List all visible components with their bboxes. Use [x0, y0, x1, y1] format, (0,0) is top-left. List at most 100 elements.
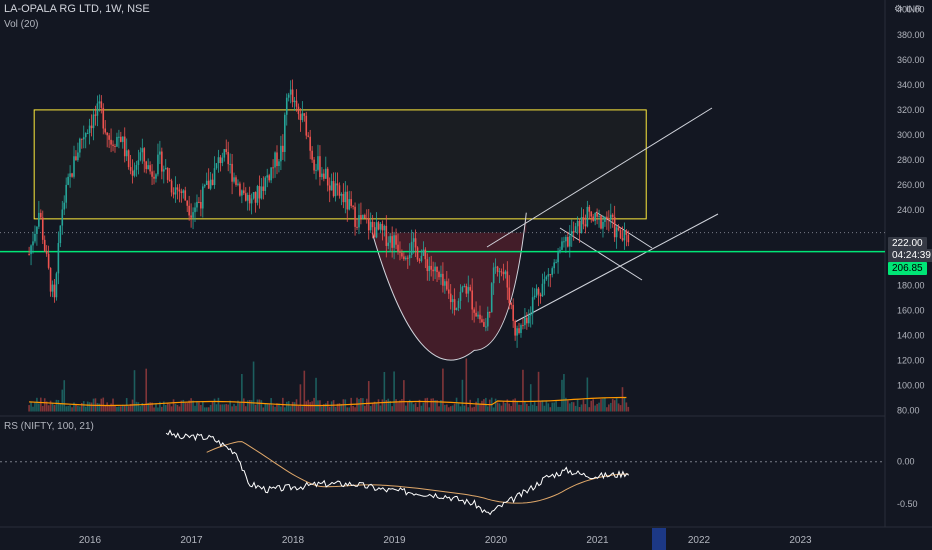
volume-bar — [176, 404, 179, 412]
candle-body — [594, 212, 596, 221]
candle-body — [379, 223, 382, 230]
candle-body — [38, 212, 40, 227]
volume-bar — [47, 405, 50, 412]
volume-bar — [34, 401, 36, 412]
candle-body — [108, 135, 110, 140]
candle-body — [367, 219, 370, 231]
candle-body — [539, 294, 542, 297]
candle-body — [36, 226, 38, 234]
volume-bar — [118, 406, 120, 412]
candle-body — [432, 269, 434, 272]
candle-body — [371, 221, 374, 228]
volume-bar — [555, 401, 557, 412]
candle-body — [330, 181, 333, 191]
volume-bar — [285, 401, 288, 412]
volume-bar — [324, 403, 327, 412]
volume-bar — [215, 404, 218, 412]
candle-body — [481, 319, 483, 323]
volume-bar — [330, 401, 333, 412]
volume-bar — [170, 406, 173, 412]
candle-body — [147, 165, 149, 169]
volume-bar — [145, 368, 148, 412]
candle-body — [282, 145, 284, 152]
volume-bar — [243, 398, 245, 412]
volume-bar — [444, 404, 446, 412]
candle-body — [305, 115, 308, 136]
price-tick-label: 320.00 — [897, 105, 925, 115]
volume-bar — [594, 405, 596, 412]
volume-bar — [479, 404, 481, 412]
volume-bar — [184, 402, 187, 412]
volume-bar — [254, 404, 257, 412]
candle-body — [619, 230, 622, 239]
volume-bar — [494, 398, 497, 412]
volume-bar — [297, 405, 300, 412]
candle-body — [469, 287, 472, 291]
volume-bar — [520, 404, 522, 412]
volume-bar — [393, 371, 395, 412]
candle-body — [252, 192, 255, 199]
candle-body — [570, 231, 573, 236]
volume-bar — [49, 400, 52, 412]
volume-bar — [301, 406, 304, 412]
candle-body — [149, 165, 151, 172]
price-tick-label: 160.00 — [897, 305, 925, 315]
volume-bar — [424, 398, 427, 412]
volume-bar — [422, 402, 425, 412]
volume-bar — [541, 400, 544, 412]
candle-body — [28, 253, 30, 255]
volume-bar — [120, 406, 122, 412]
gear-icon[interactable]: ⚙ — [894, 4, 903, 15]
candle-body — [422, 249, 425, 256]
volume-bar — [551, 402, 554, 412]
volume-bar — [574, 405, 577, 412]
volume-bar — [406, 402, 409, 412]
volume-bar — [582, 399, 585, 412]
volume-bar — [381, 399, 384, 412]
support-price-tag: 206.85 — [888, 262, 927, 275]
candle-body — [297, 106, 300, 115]
candle-body — [231, 163, 233, 182]
candle-body — [127, 150, 130, 168]
year-tick-label: 2019 — [383, 535, 406, 546]
candle-body — [248, 194, 251, 204]
candle-body — [611, 214, 614, 217]
volume-bar — [328, 406, 331, 412]
candle-body — [518, 328, 520, 333]
volume-bar — [217, 397, 220, 412]
volume-bar — [500, 405, 503, 412]
volume-bar — [293, 402, 296, 412]
candle-body — [412, 238, 415, 242]
candle-body — [514, 320, 516, 336]
candle-body — [342, 193, 345, 203]
volume-bar — [348, 407, 351, 412]
currency-selector[interactable]: ⚙ INR — [894, 2, 924, 18]
volume-bar — [207, 407, 210, 412]
candle-body — [45, 251, 48, 254]
volume-bar — [414, 402, 417, 412]
volume-bar — [545, 400, 548, 412]
volume-bar — [84, 406, 87, 412]
candle-body — [424, 249, 427, 260]
volume-bar — [67, 405, 69, 412]
candle-body — [166, 167, 169, 180]
year-tick-label: 2018 — [282, 535, 305, 546]
candle-body — [483, 322, 485, 327]
volume-bar — [451, 405, 454, 412]
volume-bar — [82, 401, 85, 412]
candle-body — [153, 176, 155, 179]
volume-bar — [137, 402, 140, 412]
year-tick-label: 2020 — [485, 535, 508, 546]
candle-body — [334, 183, 337, 197]
candle-body — [604, 216, 606, 222]
chart-stage[interactable]: 400.00 380.00 360.00 340.00 320.00 300.00 280.… — [0, 0, 932, 550]
price-chart[interactable]: 400.00380.00360.00340.00320.00300.00280.… — [0, 0, 932, 550]
volume-bar — [461, 379, 464, 412]
candle-body — [496, 266, 499, 272]
candle-body — [568, 235, 571, 247]
candle-body — [53, 284, 56, 298]
volume-bar — [447, 407, 450, 412]
candle-body — [387, 242, 390, 246]
candle-body — [459, 291, 462, 301]
candle-body — [512, 304, 514, 321]
